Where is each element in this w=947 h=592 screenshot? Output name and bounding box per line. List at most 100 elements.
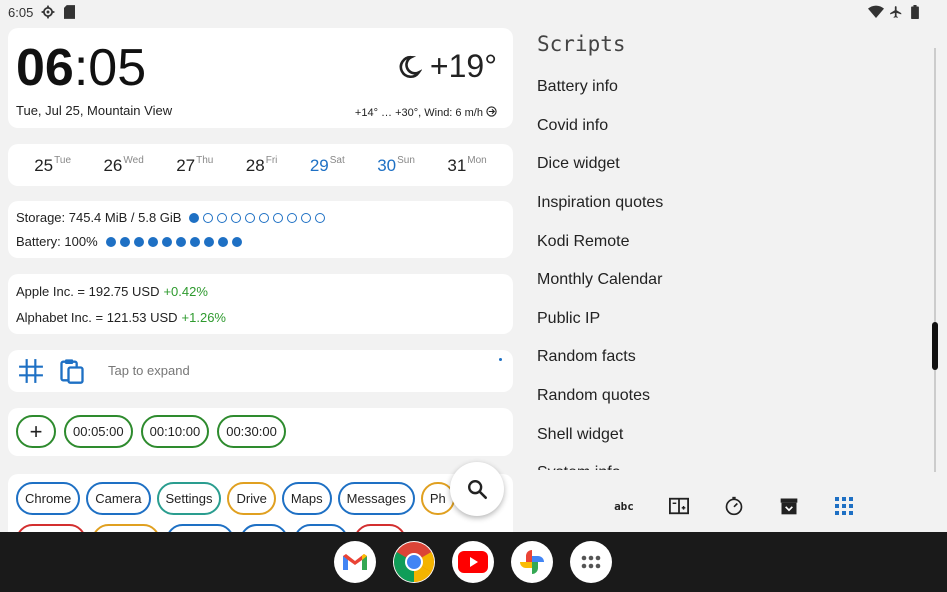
week-day[interactable]: 26Wed xyxy=(103,155,143,176)
script-item[interactable]: System info xyxy=(537,454,927,470)
day-number: 30 xyxy=(377,155,397,175)
week-days: 25Tue 26Wed 27Thu 28Fri 29Sat 30Sun 31Mon xyxy=(8,144,513,186)
level-dot xyxy=(287,212,298,223)
scrollbar-thumb[interactable] xyxy=(932,322,938,370)
scrollbar-track[interactable] xyxy=(934,48,936,472)
forecast-text: +14° … +30°, Wind: 6 m/h xyxy=(354,107,483,119)
day-abbr: Wed xyxy=(123,154,144,166)
archive-icon xyxy=(780,498,798,515)
day-number: 26 xyxy=(103,155,123,175)
notes-indicator-dot xyxy=(499,358,502,361)
app-shortcut[interactable] xyxy=(294,524,348,532)
apps-widget[interactable]: Chrome Camera Settings Drive Maps Messages Ph xyxy=(8,474,513,532)
tab-abc[interactable]: abc xyxy=(604,490,644,522)
photos-icon xyxy=(520,550,544,574)
clock-time: 06:05 xyxy=(16,38,146,98)
battery-icon xyxy=(911,5,919,19)
week-day[interactable]: 29Sat xyxy=(310,155,345,176)
app-shortcut[interactable]: Messages xyxy=(337,482,415,515)
app-shortcut[interactable] xyxy=(16,524,86,532)
day-number: 27 xyxy=(176,155,196,175)
scripts-tabs: abc xyxy=(524,490,947,522)
timers-widget[interactable]: + 00:05:00 00:10:00 00:30:00 xyxy=(8,408,513,456)
calculator-icon xyxy=(669,497,689,515)
clock-hours: 06 xyxy=(16,39,74,97)
stocks-widget[interactable]: Apple Inc. = 192.75 USD +0.42% Alphabet I… xyxy=(8,274,513,334)
day-number: 25 xyxy=(34,155,54,175)
app-shortcut[interactable]: Settings xyxy=(156,482,222,515)
app-shortcut[interactable] xyxy=(240,524,288,532)
stock-change: +1.26% xyxy=(181,310,226,325)
widget-panel: 06:05 Tue, Jul 25, Mountain View +19° +1… xyxy=(0,26,524,532)
calculator-icon[interactable] xyxy=(18,358,44,384)
level-dot xyxy=(231,236,242,247)
script-item[interactable]: Inspiration quotes xyxy=(537,184,927,223)
clock-separator: : xyxy=(73,39,89,97)
script-item[interactable]: Battery info xyxy=(537,68,927,107)
level-dot xyxy=(203,236,214,247)
week-day[interactable]: 28Fri xyxy=(246,155,278,176)
app-drawer-icon xyxy=(581,555,601,569)
script-item[interactable]: Random quotes xyxy=(537,377,927,416)
script-item[interactable]: Public IP xyxy=(537,300,927,339)
notes-widget[interactable]: Tap to expand xyxy=(8,350,513,392)
sd-card-icon xyxy=(64,5,75,19)
level-dot xyxy=(133,236,144,247)
scripts-list[interactable]: Battery info Covid info Dice widget Inspira… xyxy=(537,68,927,470)
tab-calculator[interactable] xyxy=(659,490,699,522)
app-shortcut[interactable]: Camera xyxy=(86,482,151,515)
timer-button[interactable]: 00:05:00 xyxy=(64,415,133,448)
week-day[interactable]: 31Mon xyxy=(447,155,486,176)
app-shortcut[interactable]: Drive xyxy=(227,482,276,515)
script-item[interactable]: Covid info xyxy=(537,107,927,146)
status-time: 6:05 xyxy=(8,5,34,20)
stock-text: Alphabet Inc. = 121.53 USD xyxy=(16,310,178,325)
storage-indicator xyxy=(189,212,326,223)
scripts-title: Scripts xyxy=(537,32,626,56)
tab-timer[interactable] xyxy=(714,490,754,522)
script-item[interactable]: Dice widget xyxy=(537,145,927,184)
script-item[interactable]: Random facts xyxy=(537,338,927,377)
battery-row: Battery: 100% xyxy=(16,234,242,249)
script-item[interactable]: Kodi Remote xyxy=(537,222,927,261)
search-button[interactable] xyxy=(450,462,504,516)
system-info-widget[interactable]: Storage: 745.4 MiB / 5.8 GiB Battery: 10… xyxy=(8,201,513,258)
level-dot xyxy=(105,236,116,247)
weather-current[interactable]: +19° xyxy=(396,48,497,85)
app-shortcut[interactable]: Chrome xyxy=(16,482,81,515)
temperature: +19° xyxy=(429,48,497,84)
clipboard-icon[interactable] xyxy=(58,357,86,385)
dock-gmail[interactable] xyxy=(334,541,376,583)
gmail-icon xyxy=(343,554,367,570)
day-abbr: Fri xyxy=(265,154,278,166)
timer-button[interactable]: 00:30:00 xyxy=(217,415,286,448)
taskbar-dock xyxy=(0,532,947,592)
script-item[interactable]: Shell widget xyxy=(537,415,927,454)
app-shortcut[interactable] xyxy=(92,524,160,532)
storage-row: Storage: 745.4 MiB / 5.8 GiB xyxy=(16,210,326,225)
app-shortcut[interactable] xyxy=(354,524,406,532)
stock-text: Apple Inc. = 192.75 USD xyxy=(16,284,160,299)
week-calendar-widget[interactable]: 25Tue 26Wed 27Thu 28Fri 29Sat 30Sun 31Mon xyxy=(8,144,513,186)
date-location: Tue, Jul 25, Mountain View xyxy=(16,103,173,118)
script-item[interactable]: Monthly Calendar xyxy=(537,261,927,300)
clock-widget[interactable]: 06:05 Tue, Jul 25, Mountain View +19° +1… xyxy=(8,28,513,128)
app-shortcut[interactable]: Maps xyxy=(281,482,332,515)
add-timer-button[interactable]: + xyxy=(16,415,56,448)
week-day[interactable]: 25Tue xyxy=(34,155,71,176)
day-abbr: Tue xyxy=(54,154,72,166)
dock-chrome[interactable] xyxy=(393,541,435,583)
dock-photos[interactable] xyxy=(511,541,553,583)
dock-youtube[interactable] xyxy=(452,541,494,583)
tab-apps-grid[interactable] xyxy=(824,490,864,522)
storage-label: Storage: 745.4 MiB / 5.8 GiB xyxy=(16,210,182,225)
week-day[interactable]: 30Sun xyxy=(377,155,415,176)
tab-archive[interactable] xyxy=(769,490,809,522)
dock-app-drawer[interactable] xyxy=(570,541,612,583)
timer-button[interactable]: 00:10:00 xyxy=(140,415,210,448)
notes-placeholder[interactable]: Tap to expand xyxy=(108,363,190,378)
week-day[interactable]: 27Thu xyxy=(176,155,213,176)
app-shortcut[interactable] xyxy=(166,524,234,532)
day-number: 31 xyxy=(447,155,467,175)
apps-row: Chrome Camera Settings Drive Maps Messages Ph xyxy=(16,482,455,515)
